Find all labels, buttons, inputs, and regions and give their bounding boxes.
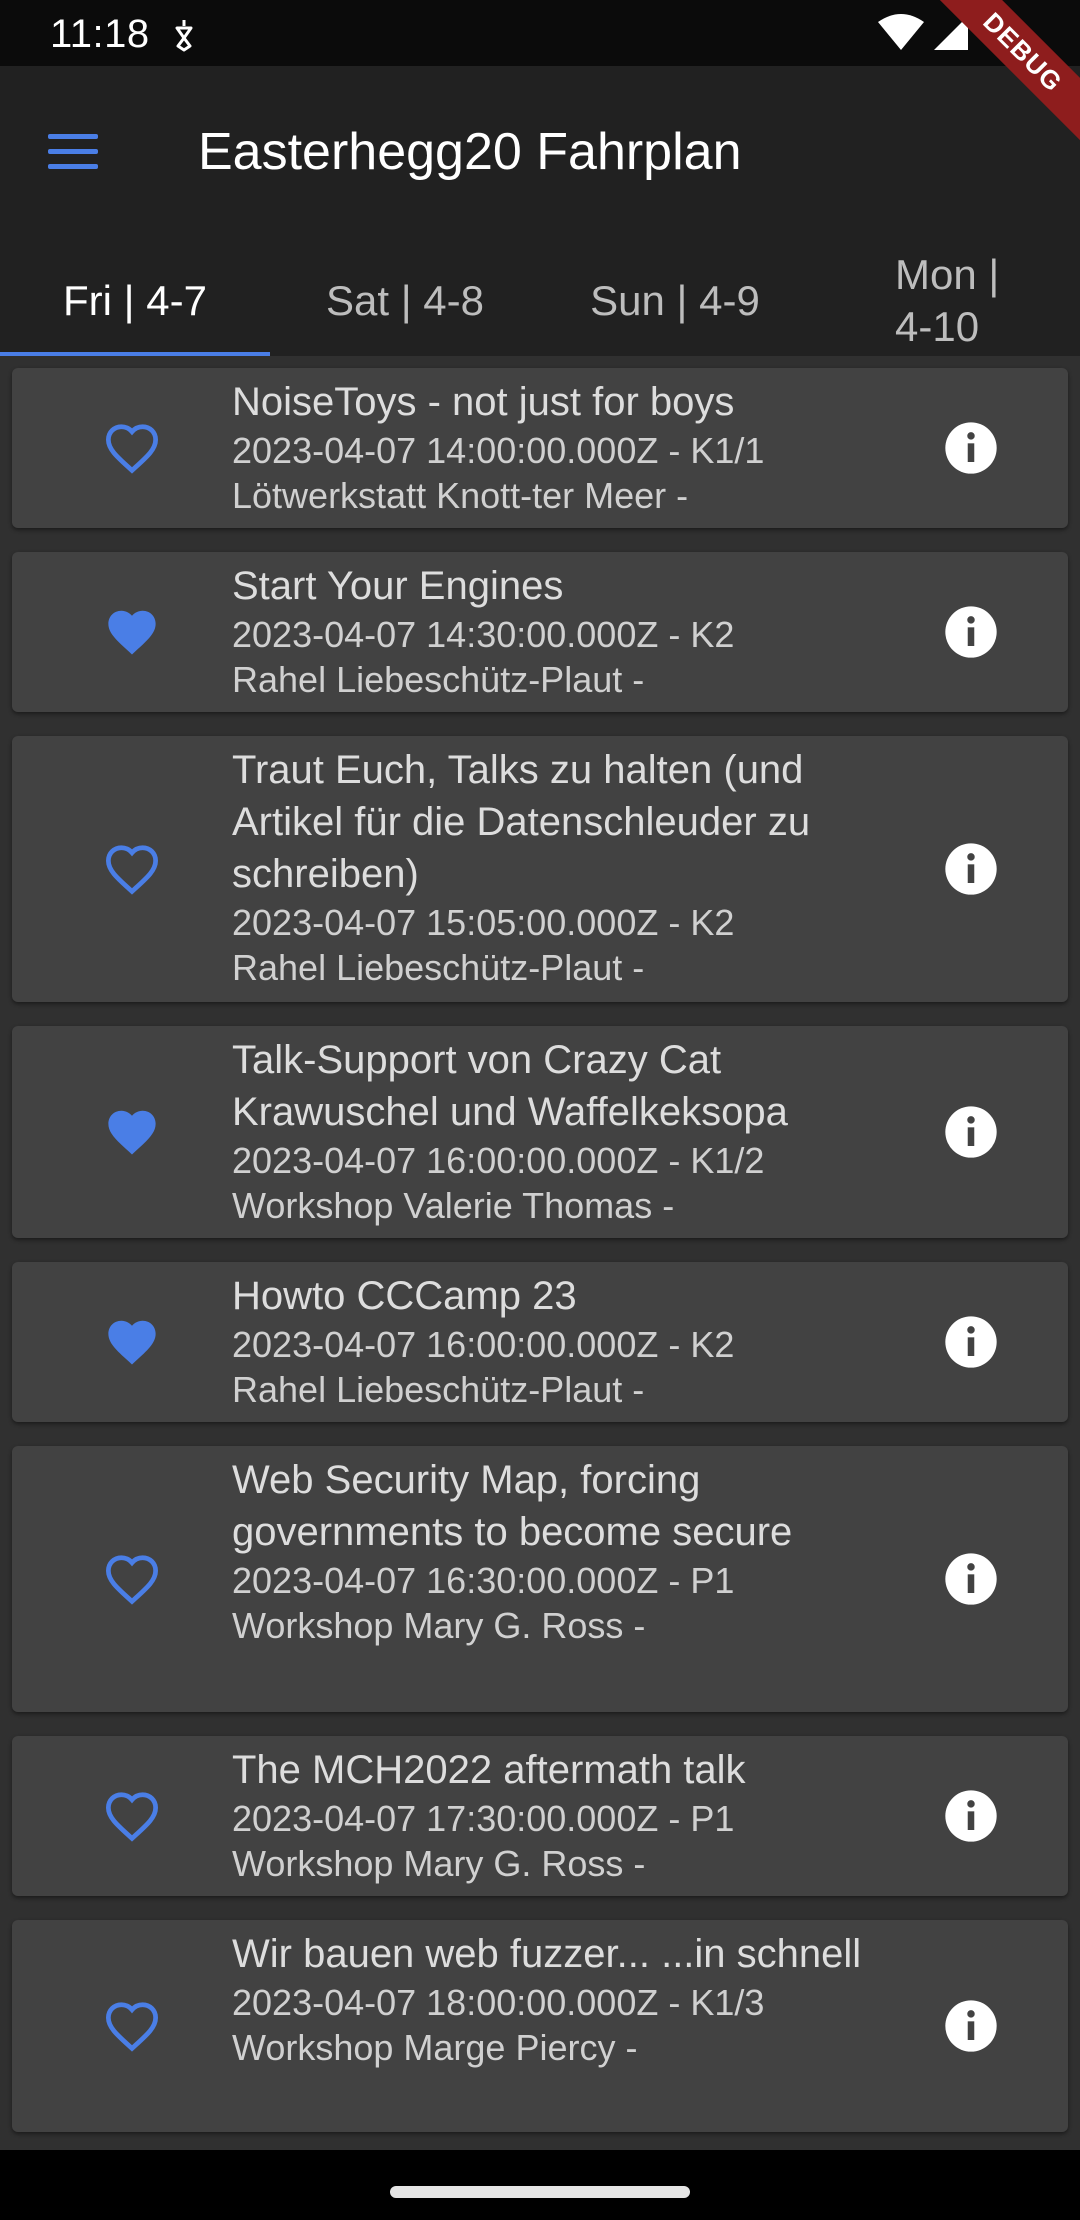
event-speaker: Rahel Liebeschütz-Plaut -	[232, 947, 645, 988]
event-datetime: 2023-04-07 14:30:00.000Z - K2	[232, 614, 735, 655]
event-datetime: 2023-04-07 16:30:00.000Z - P1	[232, 1560, 735, 1601]
event-datetime: 2023-04-07 16:00:00.000Z - K1/2	[232, 1140, 765, 1181]
tab-sat[interactable]: Sat | 4-8	[270, 246, 540, 356]
favorite-outline-icon[interactable]	[90, 406, 174, 490]
home-gesture-handle[interactable]	[390, 2186, 690, 2198]
favorite-outline-icon[interactable]	[90, 827, 174, 911]
event-title: Traut Euch, Talks zu halten (und Artikel…	[232, 748, 811, 896]
info-icon[interactable]	[930, 1091, 1012, 1173]
event-card[interactable]: Howto CCCamp 23 2023-04-07 16:00:00.000Z…	[12, 1262, 1068, 1422]
info-icon[interactable]	[930, 591, 1012, 673]
event-card[interactable]: The MCH2022 aftermath talk 2023-04-07 17…	[12, 1736, 1068, 1896]
info-icon[interactable]	[930, 1775, 1012, 1857]
event-speaker: Lötwerkstatt Knott-ter Meer -	[232, 475, 689, 516]
info-icon[interactable]	[930, 1538, 1012, 1620]
event-title: Start Your Engines	[232, 564, 564, 608]
event-datetime: 2023-04-07 18:00:00.000Z - K1/3	[232, 1982, 765, 2023]
event-title: NoiseToys - not just for boys	[232, 380, 735, 424]
event-datetime: 2023-04-07 17:30:00.000Z - P1	[232, 1798, 735, 1839]
page-title: Easterhegg20 Fahrplan	[198, 123, 742, 181]
tab-fri[interactable]: Fri | 4-7	[0, 246, 270, 356]
event-speaker: Workshop Mary G. Ross -	[232, 1605, 646, 1646]
favorite-outline-icon[interactable]	[90, 1774, 174, 1858]
wifi-icon	[878, 14, 924, 50]
tab-mon[interactable]: Mon | 4-10	[810, 246, 1080, 356]
notification-icon	[175, 20, 193, 52]
event-datetime: 2023-04-07 16:00:00.000Z - K2	[232, 1324, 735, 1365]
tab-sun[interactable]: Sun | 4-9	[540, 246, 810, 356]
status-icons	[878, 12, 970, 54]
event-card[interactable]: Start Your Engines 2023-04-07 14:30:00.0…	[12, 552, 1068, 712]
status-time: 11:18	[50, 12, 150, 56]
event-title: Talk-Support von Crazy Cat Krawuschel un…	[232, 1038, 788, 1134]
event-title: Web Security Map, forcing governments to…	[232, 1458, 793, 1554]
favorite-outline-icon[interactable]	[90, 1537, 174, 1621]
event-title: Howto CCCamp 23	[232, 1274, 577, 1318]
event-datetime: 2023-04-07 14:00:00.000Z - K1/1	[232, 430, 765, 471]
info-icon[interactable]	[930, 1301, 1012, 1383]
event-card[interactable]: Talk-Support von Crazy Cat Krawuschel un…	[12, 1026, 1068, 1238]
event-title: The MCH2022 aftermath talk	[232, 1748, 746, 1792]
event-speaker: Workshop Mary G. Ross -	[232, 1843, 646, 1884]
event-card[interactable]: Wir bauen web fuzzer... ...in schnell 20…	[12, 1920, 1068, 2132]
menu-icon[interactable]	[48, 122, 106, 180]
event-card[interactable]: NoiseToys - not just for boys 2023-04-07…	[12, 368, 1068, 528]
status-bar: 11:18	[0, 0, 1080, 66]
event-title: Wir bauen web fuzzer... ...in schnell	[232, 1932, 862, 1976]
app-bar: Easterhegg20 Fahrplan Fri | 4-7 Sat | 4-…	[0, 66, 1080, 356]
favorite-outline-icon[interactable]	[90, 1984, 174, 2068]
info-icon[interactable]	[930, 407, 1012, 489]
event-speaker: Workshop Marge Piercy -	[232, 2027, 638, 2068]
info-icon[interactable]	[930, 828, 1012, 910]
system-nav-bar	[0, 2150, 1080, 2220]
event-card[interactable]: Traut Euch, Talks zu halten (und Artikel…	[12, 736, 1068, 1002]
event-datetime: 2023-04-07 15:05:00.000Z - K2	[232, 902, 735, 943]
favorite-filled-icon[interactable]	[90, 590, 174, 674]
event-speaker: Rahel Liebeschütz-Plaut -	[232, 659, 645, 700]
info-icon[interactable]	[930, 1985, 1012, 2067]
event-card[interactable]: Web Security Map, forcing governments to…	[12, 1446, 1068, 1712]
event-speaker: Rahel Liebeschütz-Plaut -	[232, 1369, 645, 1410]
event-speaker: Workshop Valerie Thomas -	[232, 1185, 675, 1226]
day-tabs: Fri | 4-7 Sat | 4-8 Sun | 4-9 Mon | 4-10	[0, 246, 1080, 356]
favorite-filled-icon[interactable]	[90, 1300, 174, 1384]
favorite-filled-icon[interactable]	[90, 1090, 174, 1174]
